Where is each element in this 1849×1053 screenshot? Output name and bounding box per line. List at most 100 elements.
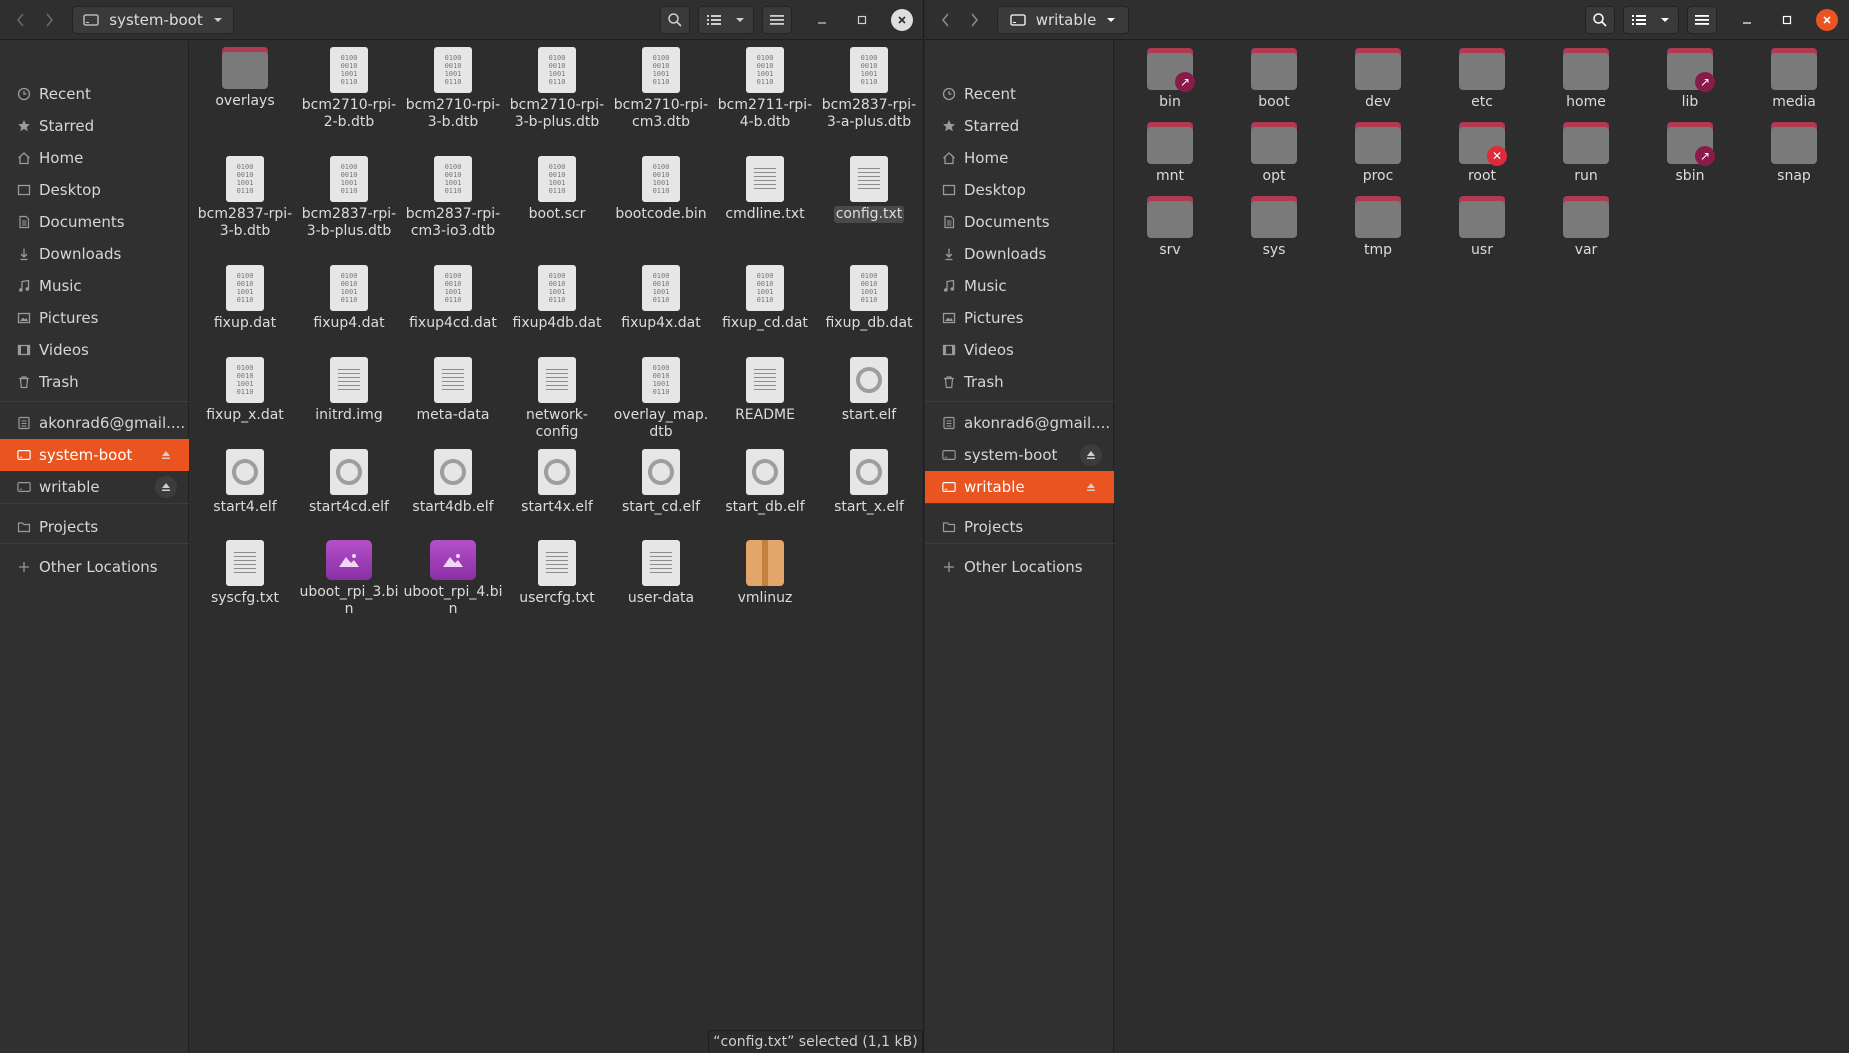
file-item[interactable]: 0100 0010 1001 0110 bcm2710-rpi-2-b.dtb — [299, 47, 399, 131]
folder-item[interactable]: boot — [1224, 48, 1324, 111]
file-item[interactable]: vmlinuz — [715, 540, 815, 607]
search-button[interactable] — [660, 6, 690, 34]
file-item[interactable]: start_x.elf — [819, 449, 919, 516]
folder-item[interactable]: mnt — [1120, 122, 1220, 185]
file-item[interactable]: 0100 0010 1001 0110 bcm2711-rpi-4-b.dtb — [715, 47, 815, 131]
file-item[interactable]: 0100 0010 1001 0110 bcm2837-rpi-3-a-plus.… — [819, 47, 919, 131]
folder-item[interactable]: ↗ bin — [1120, 48, 1220, 111]
file-item[interactable]: 0100 0010 1001 0110 fixup4db.dat — [507, 265, 607, 332]
file-item[interactable]: start_cd.elf — [611, 449, 711, 516]
folder-item[interactable]: opt — [1224, 122, 1324, 185]
file-item[interactable]: 0100 0010 1001 0110 bcm2837-rpi-3-b.dtb — [195, 156, 295, 240]
sidebar-item-music[interactable]: Music — [925, 270, 1114, 302]
sidebar-item-system-boot[interactable]: system-boot — [925, 439, 1114, 471]
sidebar-item-projects[interactable]: Projects — [0, 511, 189, 543]
sidebar-item-recent[interactable]: Recent — [0, 78, 189, 110]
folder-item[interactable]: run — [1536, 122, 1636, 185]
folder-item[interactable]: usr — [1432, 196, 1532, 259]
folder-item[interactable]: ↗ lib — [1640, 48, 1740, 111]
file-item[interactable]: usercfg.txt — [507, 540, 607, 607]
file-item[interactable]: 0100 0010 1001 0110 bcm2837-rpi-3-b-plus.… — [299, 156, 399, 240]
eject-icon[interactable] — [1080, 476, 1102, 498]
file-item[interactable]: 0100 0010 1001 0110 fixup_cd.dat — [715, 265, 815, 332]
sidebar-item-trash[interactable]: Trash — [0, 366, 189, 398]
file-item[interactable]: initrd.img — [299, 357, 399, 424]
folder-item[interactable]: ↗ sbin — [1640, 122, 1740, 185]
file-item[interactable]: uboot_rpi_3.bin — [299, 540, 399, 618]
sidebar-item-documents[interactable]: Documents — [0, 206, 189, 238]
sidebar-item-akonrad6-gmail[interactable]: akonrad6@gmail.... — [925, 407, 1114, 439]
sidebar-item-videos[interactable]: Videos — [0, 334, 189, 366]
folder-item[interactable]: tmp — [1328, 196, 1428, 259]
file-item[interactable]: 0100 0010 1001 0110 bcm2710-rpi-3-b-plus.… — [507, 47, 607, 131]
sidebar-item-akonrad6-gmail[interactable]: akonrad6@gmail.... — [0, 407, 189, 439]
file-item[interactable]: 0100 0010 1001 0110 fixup4.dat — [299, 265, 399, 332]
menu-button[interactable] — [1687, 6, 1717, 34]
file-item[interactable]: README — [715, 357, 815, 424]
eject-icon[interactable] — [155, 476, 177, 498]
sidebar-item-videos[interactable]: Videos — [925, 334, 1114, 366]
file-item[interactable]: 0100 0010 1001 0110 bootcode.bin — [611, 156, 711, 223]
sidebar-item-writable[interactable]: writable — [925, 471, 1114, 503]
file-item[interactable]: 0100 0010 1001 0110 bcm2710-rpi-cm3.dtb — [611, 47, 711, 131]
minimize-button[interactable] — [1736, 9, 1758, 31]
folder-item[interactable]: etc — [1432, 48, 1532, 111]
eject-icon[interactable] — [155, 444, 177, 466]
file-item[interactable]: 0100 0010 1001 0110 fixup_x.dat — [195, 357, 295, 424]
close-button[interactable] — [891, 9, 913, 31]
maximize-button[interactable] — [851, 9, 873, 31]
close-button[interactable] — [1816, 9, 1838, 31]
maximize-button[interactable] — [1776, 9, 1798, 31]
menu-button[interactable] — [762, 6, 792, 34]
sidebar-item-starred[interactable]: Starred — [0, 110, 189, 142]
file-item[interactable]: start4.elf — [195, 449, 295, 516]
sidebar-item-documents[interactable]: Documents — [925, 206, 1114, 238]
sidebar-item-pictures[interactable]: Pictures — [925, 302, 1114, 334]
file-item[interactable]: start4cd.elf — [299, 449, 399, 516]
sidebar-item-trash[interactable]: Trash — [925, 366, 1114, 398]
file-item[interactable]: uboot_rpi_4.bin — [403, 540, 503, 618]
folder-item[interactable]: dev — [1328, 48, 1428, 111]
file-item[interactable]: start4db.elf — [403, 449, 503, 516]
file-item[interactable]: 0100 0010 1001 0110 fixup.dat — [195, 265, 295, 332]
file-item[interactable]: user-data — [611, 540, 711, 607]
sidebar-item-downloads[interactable]: Downloads — [925, 238, 1114, 270]
file-item[interactable]: start.elf — [819, 357, 919, 424]
sidebar-item-desktop[interactable]: Desktop — [0, 174, 189, 206]
folder-item[interactable]: srv — [1120, 196, 1220, 259]
view-options-button[interactable] — [1623, 6, 1679, 34]
sidebar-item-writable[interactable]: writable — [0, 471, 189, 503]
file-item[interactable]: 0100 0010 1001 0110 fixup4cd.dat — [403, 265, 503, 332]
file-item[interactable]: syscfg.txt — [195, 540, 295, 607]
sidebar-item-starred[interactable]: Starred — [925, 110, 1114, 142]
sidebar-item-other-locations[interactable]: Other Locations — [0, 551, 189, 583]
view-options-button[interactable] — [698, 6, 754, 34]
back-button[interactable] — [933, 7, 959, 33]
file-item[interactable]: 0100 0010 1001 0110 overlay_map.dtb — [611, 357, 711, 441]
folder-item[interactable]: ✕ root — [1432, 122, 1532, 185]
folder-item[interactable]: proc — [1328, 122, 1428, 185]
sidebar-item-system-boot[interactable]: system-boot — [0, 439, 189, 471]
forward-button[interactable] — [961, 7, 987, 33]
file-item[interactable]: 0100 0010 1001 0110 fixup4x.dat — [611, 265, 711, 332]
file-item[interactable]: meta-data — [403, 357, 503, 424]
file-item[interactable]: config.txt — [819, 156, 919, 223]
folder-item[interactable]: overlays — [195, 47, 295, 110]
sidebar-item-recent[interactable]: Recent — [925, 78, 1114, 110]
sidebar-item-pictures[interactable]: Pictures — [0, 302, 189, 334]
back-button[interactable] — [8, 7, 34, 33]
minimize-button[interactable] — [811, 9, 833, 31]
location-button[interactable]: system-boot — [72, 6, 234, 34]
eject-icon[interactable] — [1080, 444, 1102, 466]
sidebar-item-other-locations[interactable]: Other Locations — [925, 551, 1114, 583]
folder-item[interactable]: snap — [1744, 122, 1844, 185]
file-item[interactable]: start4x.elf — [507, 449, 607, 516]
sidebar-item-desktop[interactable]: Desktop — [925, 174, 1114, 206]
folder-item[interactable]: sys — [1224, 196, 1324, 259]
file-item[interactable]: 0100 0010 1001 0110 boot.scr — [507, 156, 607, 223]
file-item[interactable]: network-config — [507, 357, 607, 441]
file-item[interactable]: 0100 0010 1001 0110 bcm2710-rpi-3-b.dtb — [403, 47, 503, 131]
forward-button[interactable] — [36, 7, 62, 33]
file-item[interactable]: 0100 0010 1001 0110 bcm2837-rpi-cm3-io3.d… — [403, 156, 503, 240]
sidebar-item-downloads[interactable]: Downloads — [0, 238, 189, 270]
